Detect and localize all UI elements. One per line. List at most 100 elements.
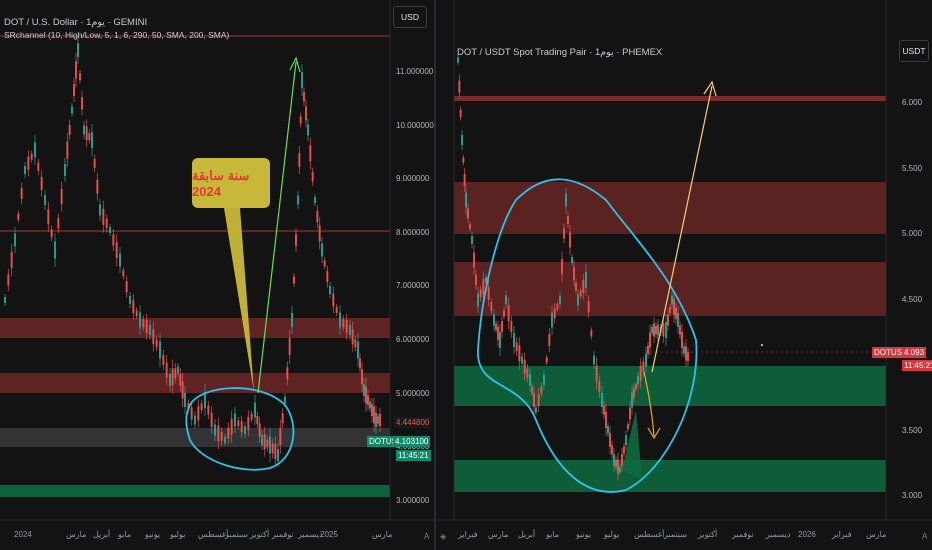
right-candle-body <box>531 386 533 394</box>
left-time-label-6: أغسطس <box>198 530 229 539</box>
left-candle-body <box>220 432 223 442</box>
right-chart-canvas[interactable] <box>436 0 932 550</box>
right-candle-body <box>577 294 579 306</box>
left-chart-pane[interactable]: DOT / U.S. Dollar · 1يوم · GEMINI SRchan… <box>0 0 434 550</box>
right-candle-body <box>537 394 540 406</box>
right-candle-body <box>507 305 510 322</box>
right-candle-body <box>619 467 621 473</box>
left-candle-body <box>254 402 256 418</box>
right-candle-body <box>553 308 556 319</box>
left-candle-body <box>314 197 316 203</box>
left-candle-body <box>174 368 177 379</box>
left-candle-body <box>119 253 121 267</box>
left-candle-body <box>284 396 286 404</box>
right-candle-body <box>590 330 593 337</box>
right-time-label-4: يونيو <box>576 530 592 539</box>
right-candle-body <box>482 279 485 295</box>
left-currency-button[interactable]: USD <box>393 6 427 28</box>
right-price-label-2: 5.000 <box>902 229 923 238</box>
right-time-label-5: يوليو <box>604 530 620 539</box>
left-candle-body <box>361 369 363 385</box>
left-candle-body <box>200 403 203 411</box>
left-candle-body <box>159 341 161 359</box>
left-candle-body <box>323 260 326 267</box>
right-candle-body <box>615 459 617 467</box>
right-candle-body <box>647 346 649 354</box>
left-candle-body <box>281 413 284 424</box>
right-candle-body <box>459 109 462 117</box>
left-candle-body <box>197 406 200 421</box>
right-candle-body <box>567 216 569 224</box>
left-candle-body <box>207 405 210 415</box>
left-grey-zone <box>0 428 390 447</box>
left-candle-body <box>351 329 354 345</box>
left-time-label-2: أبريل <box>93 530 111 539</box>
left-time-label-10: ديسمبر <box>298 530 323 539</box>
left-candle-body <box>88 133 91 141</box>
left-time-label-11: 2025 <box>320 530 338 539</box>
left-candle-body <box>217 425 220 442</box>
left-candle-body <box>342 319 345 328</box>
right-candle-body <box>471 236 473 244</box>
right-candle-body <box>477 293 479 307</box>
left-candle-body <box>269 436 271 454</box>
left-chart-title: DOT / U.S. Dollar · 1يوم · GEMINI <box>4 17 148 28</box>
right-candle-body <box>515 342 518 352</box>
left-candle-body <box>132 300 135 314</box>
right-candle-body <box>687 352 689 362</box>
right-support-zone-2 <box>454 460 886 492</box>
left-candle-body <box>66 141 69 159</box>
right-candle-body <box>593 355 595 365</box>
left-candle-body <box>230 418 233 435</box>
left-candle-body <box>73 84 75 96</box>
left-candle-body <box>349 325 351 335</box>
right-time-label-6: أغسطس <box>634 530 665 539</box>
left-candle-body <box>288 338 291 356</box>
callout-text: سنة سابقة 2024 <box>192 167 250 199</box>
left-candle-body <box>81 97 83 110</box>
left-candle-body <box>83 125 85 135</box>
right-candle-body <box>683 346 685 354</box>
right-candle-body <box>667 314 669 326</box>
right-candle-body <box>605 412 607 428</box>
left-auto-scale-icon[interactable]: A <box>424 532 429 541</box>
right-currency-button[interactable]: USDT <box>899 40 929 62</box>
left-candle-body <box>369 401 371 409</box>
left-candle-body <box>354 339 357 348</box>
left-candle-body <box>139 312 141 328</box>
left-candle-body <box>10 252 13 268</box>
left-indicator-legend[interactable]: SRchannel (10, High/Low, 5, 1, 6, 290, 5… <box>4 30 229 40</box>
left-background <box>0 0 434 550</box>
left-candle-body <box>367 395 369 405</box>
right-chart-pane[interactable]: DOT / USDT Spot Trading Pair · 1يوم · PH… <box>436 0 932 550</box>
left-candle-body <box>145 320 148 334</box>
right-auto-scale-icon[interactable]: A <box>922 532 927 541</box>
right-candle-body <box>585 272 587 288</box>
right-candle-body <box>669 307 671 313</box>
right-candle-body <box>535 407 537 413</box>
left-candle-body <box>332 293 335 307</box>
left-price-label-2: 9.000000 <box>396 174 430 184</box>
left-candle-body <box>274 444 277 460</box>
left-candle-body <box>326 271 329 283</box>
left-candle-body <box>357 341 359 359</box>
left-candle-body <box>85 126 88 141</box>
left-candle-body <box>155 339 158 348</box>
right-time-label-13: مارس <box>866 530 887 539</box>
left-time-badge: 11:45:21 <box>396 450 431 461</box>
left-candle-body <box>214 424 216 436</box>
left-candle-body <box>375 413 377 427</box>
right-candle-body <box>529 374 531 386</box>
left-candle-body <box>365 386 367 404</box>
left-candle-body <box>171 368 174 386</box>
left-candle-body <box>93 158 96 168</box>
left-candle-body <box>266 439 269 448</box>
annotation-callout[interactable]: سنة سابقة 2024 <box>192 158 270 208</box>
left-chart-canvas[interactable] <box>0 0 434 550</box>
left-time-label-9: نوفمبر <box>272 530 294 539</box>
right-candle-body <box>479 289 482 298</box>
left-candle-body <box>250 413 253 420</box>
right-candle-body <box>613 454 615 466</box>
left-candle-body <box>105 218 108 228</box>
right-time-label-9: نوفمبر <box>732 530 754 539</box>
